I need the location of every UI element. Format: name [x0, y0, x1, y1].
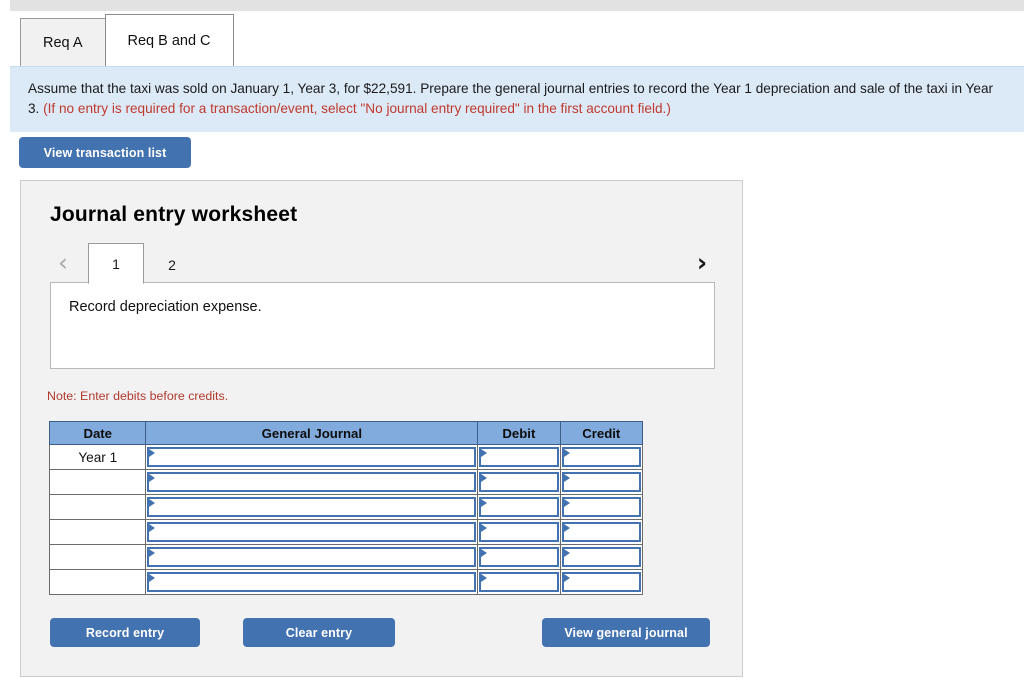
debit-cell[interactable] — [477, 519, 561, 545]
tab-req-b-and-c-label: Req B and C — [127, 32, 211, 49]
pager-tab-2-label: 2 — [168, 257, 176, 273]
general-journal-cell[interactable] — [145, 444, 479, 470]
debit-input[interactable] — [479, 571, 559, 592]
general-journal-input[interactable] — [147, 546, 477, 567]
general-journal-input[interactable] — [147, 571, 477, 592]
general-journal-cell[interactable] — [145, 494, 479, 520]
instruction-banner: Assume that the taxi was sold on January… — [10, 66, 1024, 133]
credit-input[interactable] — [561, 446, 641, 467]
chevron-right-icon[interactable]: › — [689, 247, 715, 277]
date-cell[interactable] — [48, 469, 147, 495]
table-row — [48, 569, 644, 595]
pager-tab-1[interactable]: 1 — [88, 243, 144, 284]
clear-entry-button[interactable]: Clear entry — [243, 618, 395, 647]
column-header-credit: Credit — [559, 421, 644, 445]
credit-cell[interactable] — [559, 469, 644, 495]
tab-req-a-label: Req A — [43, 34, 83, 51]
worksheet-title: Journal entry worksheet — [50, 203, 298, 226]
column-header-date: Date — [48, 421, 147, 445]
debit-input[interactable] — [479, 471, 559, 492]
view-general-journal-label: View general journal — [564, 625, 688, 640]
entry-description-text: Record depreciation expense. — [69, 299, 262, 315]
page-root: Req A Req B and C Assume that the taxi w… — [0, 0, 1024, 686]
view-transaction-list-label: View transaction list — [43, 145, 167, 160]
entry-description-box: Record depreciation expense. — [50, 282, 715, 369]
general-journal-cell[interactable] — [145, 469, 479, 495]
debit-cell[interactable] — [477, 569, 561, 595]
credit-cell[interactable] — [559, 569, 644, 595]
general-journal-input[interactable] — [147, 471, 477, 492]
general-journal-cell[interactable] — [145, 544, 479, 570]
debit-cell[interactable] — [477, 494, 561, 520]
credit-input[interactable] — [561, 571, 641, 592]
credit-cell[interactable] — [559, 544, 644, 570]
date-cell[interactable] — [48, 494, 147, 520]
general-journal-input[interactable] — [147, 496, 477, 517]
debits-before-credits-note: Note: Enter debits before credits. — [47, 389, 229, 403]
chevron-left-icon[interactable]: ‹ — [50, 247, 76, 277]
column-header-general-journal: General Journal — [145, 421, 479, 445]
credit-input[interactable] — [561, 496, 641, 517]
table-row — [48, 494, 644, 520]
pager-tab-2[interactable]: 2 — [144, 247, 200, 283]
instruction-warning-text: (If no entry is required for a transacti… — [43, 100, 671, 116]
journal-entry-table: Date General Journal Debit Credit Year 1 — [48, 421, 644, 595]
view-transaction-list-button[interactable]: View transaction list — [19, 137, 191, 168]
general-journal-cell[interactable] — [145, 569, 479, 595]
table-row — [48, 544, 644, 570]
column-header-debit: Debit — [477, 421, 561, 445]
table-row: Year 1 — [48, 444, 644, 470]
pager-tab-list: 1 2 — [88, 241, 200, 284]
credit-input[interactable] — [561, 546, 641, 567]
pager-tab-1-label: 1 — [112, 255, 120, 272]
record-entry-label: Record entry — [85, 625, 165, 640]
debit-cell[interactable] — [477, 469, 561, 495]
pager-prev-glyph: ‹ — [58, 247, 68, 277]
worksheet-pager: ‹ 1 2 › — [50, 241, 715, 284]
debit-input[interactable] — [479, 446, 559, 467]
debit-input[interactable] — [479, 546, 559, 567]
record-entry-button[interactable]: Record entry — [50, 618, 200, 647]
credit-cell[interactable] — [559, 444, 644, 470]
clear-entry-label: Clear entry — [285, 625, 353, 640]
credit-cell[interactable] — [559, 519, 644, 545]
debit-cell[interactable] — [477, 544, 561, 570]
view-general-journal-button[interactable]: View general journal — [542, 618, 710, 647]
date-cell[interactable]: Year 1 — [48, 444, 147, 470]
table-row — [48, 519, 644, 545]
date-cell[interactable] — [48, 569, 147, 595]
credit-cell[interactable] — [559, 494, 644, 520]
top-gray-strip — [10, 0, 1024, 11]
tab-req-a[interactable]: Req A — [20, 18, 106, 66]
journal-entry-worksheet-panel: Journal entry worksheet ‹ 1 2 › Record d… — [20, 180, 743, 677]
debit-input[interactable] — [479, 496, 559, 517]
debit-input[interactable] — [479, 521, 559, 542]
credit-input[interactable] — [561, 471, 641, 492]
table-header-row: Date General Journal Debit Credit — [48, 421, 644, 445]
table-row — [48, 469, 644, 495]
date-cell[interactable] — [48, 544, 147, 570]
tab-req-b-and-c[interactable]: Req B and C — [104, 14, 234, 66]
date-cell[interactable] — [48, 519, 147, 545]
requirement-tabstrip: Req A Req B and C — [20, 14, 234, 66]
credit-input[interactable] — [561, 521, 641, 542]
general-journal-input[interactable] — [147, 521, 477, 542]
debit-cell[interactable] — [477, 444, 561, 470]
general-journal-cell[interactable] — [145, 519, 479, 545]
general-journal-input[interactable] — [147, 446, 477, 467]
pager-next-glyph: › — [696, 247, 708, 277]
